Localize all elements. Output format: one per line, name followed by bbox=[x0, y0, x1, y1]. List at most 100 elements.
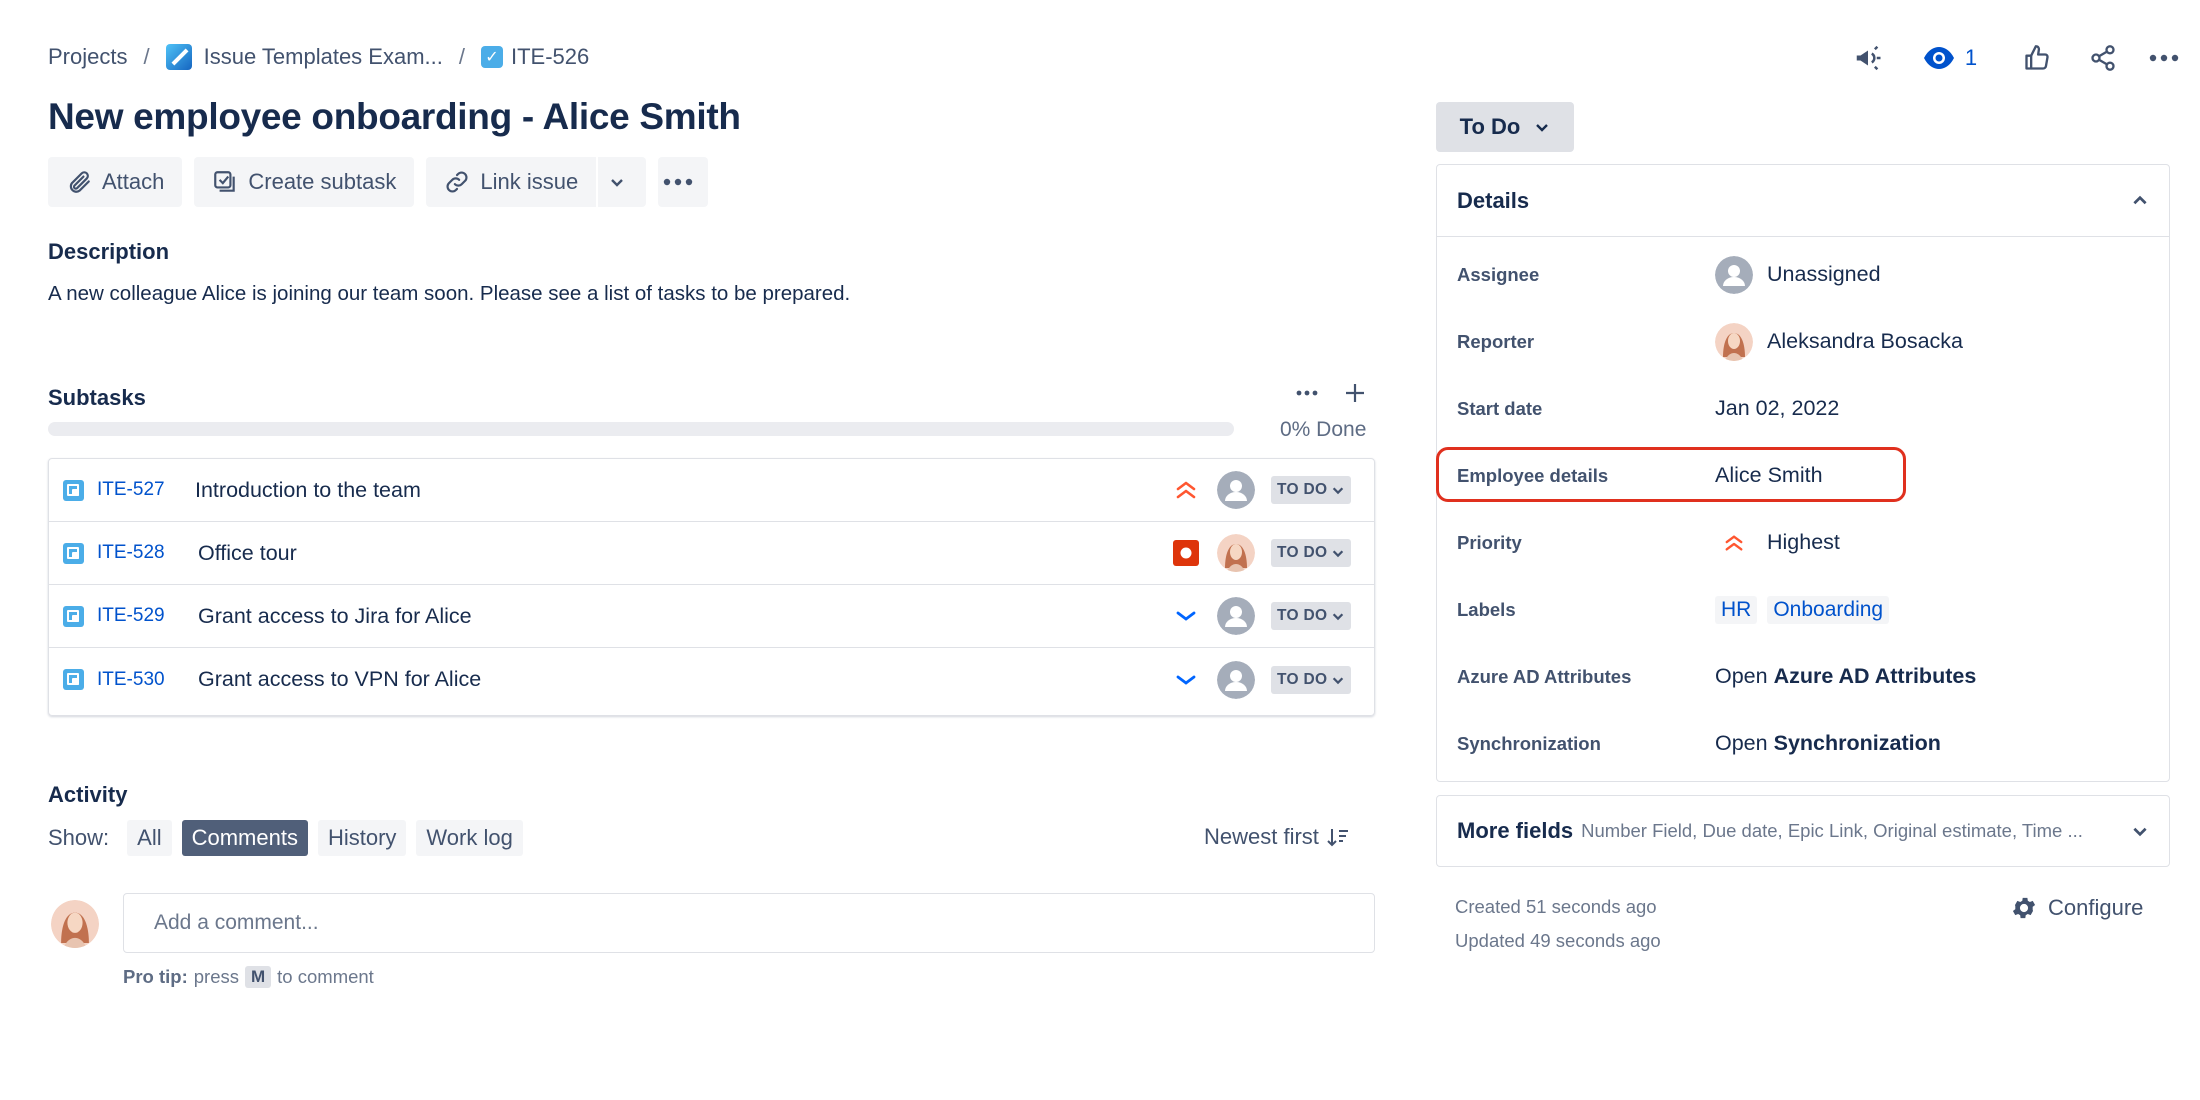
configure-button[interactable]: Configure bbox=[2010, 894, 2143, 922]
breadcrumb-project[interactable]: Issue Templates Exam... bbox=[165, 44, 443, 70]
subtask-key[interactable]: ITE-529 bbox=[97, 605, 165, 627]
pro-tip-text: press bbox=[193, 966, 239, 987]
details-header[interactable]: Details bbox=[1437, 165, 2169, 237]
breadcrumb-projects[interactable]: Projects bbox=[48, 44, 127, 70]
priority-field[interactable]: Highest bbox=[1715, 530, 1840, 555]
subtask-summary[interactable]: Grant access to VPN for Alice bbox=[198, 667, 481, 692]
link-issue-dropdown[interactable] bbox=[596, 157, 646, 207]
unassigned-avatar[interactable] bbox=[1217, 471, 1255, 509]
watchers-count: 1 bbox=[1964, 45, 1978, 70]
paperclip-icon bbox=[69, 171, 90, 193]
comment-input[interactable]: Add a comment... bbox=[123, 893, 1375, 953]
more-horizontal-icon[interactable] bbox=[1296, 390, 1318, 396]
subtasks-progress-bar bbox=[48, 422, 1234, 436]
details-row-priority: Priority Highest bbox=[1437, 509, 2169, 576]
thumbs-up-icon[interactable] bbox=[2020, 38, 2054, 78]
chevron-down-icon bbox=[1333, 613, 1344, 621]
unassigned-avatar[interactable] bbox=[1217, 660, 1255, 699]
assignee-value: Unassigned bbox=[1767, 262, 1881, 286]
share-icon[interactable] bbox=[2086, 38, 2120, 78]
subtask-row[interactable]: ITE-529 Grant access to Jira for Alice T… bbox=[49, 585, 1374, 648]
open-text: Open bbox=[1715, 664, 1768, 688]
details-row-synchronization: Synchronization Open Synchronization bbox=[1437, 710, 2169, 777]
status-lozenge[interactable]: TO DO bbox=[1271, 665, 1352, 694]
activity-filter-bar: Show: All Comments History Work log bbox=[48, 820, 523, 856]
chevron-down-icon bbox=[1333, 676, 1344, 684]
sort-order-label: Newest first bbox=[1204, 824, 1319, 849]
create-subtask-button[interactable]: Create subtask bbox=[194, 157, 415, 207]
task-checkbox-icon: ✓ bbox=[480, 46, 503, 68]
reporter-avatar bbox=[1715, 322, 1753, 361]
filter-comments[interactable]: Comments bbox=[181, 820, 308, 856]
chevron-up-icon bbox=[2133, 195, 2147, 204]
label-chip[interactable]: Onboarding bbox=[1767, 595, 1890, 624]
status-lozenge[interactable]: TO DO bbox=[1271, 602, 1352, 630]
priority-highest-icon bbox=[1715, 533, 1753, 553]
synchronization-open-link[interactable]: Open Synchronization bbox=[1715, 731, 1941, 756]
reporter-field[interactable]: Aleksandra Bosacka bbox=[1715, 322, 1963, 361]
status-dropdown-button[interactable]: To Do bbox=[1436, 102, 1574, 152]
watchers-button[interactable]: 1 bbox=[1914, 38, 1986, 78]
subtask-row[interactable]: ITE-527 Introduction to the team TO DO bbox=[49, 459, 1374, 522]
open-text: Open bbox=[1715, 731, 1768, 755]
filter-history[interactable]: History bbox=[317, 820, 407, 856]
announcement-icon[interactable] bbox=[1846, 38, 1890, 78]
chevron-down-icon bbox=[1536, 124, 1549, 132]
subtask-type-icon bbox=[63, 669, 84, 690]
status-lozenge[interactable]: TO DO bbox=[1271, 476, 1352, 504]
shortcut-key: M bbox=[245, 966, 272, 988]
subtasks-table: ITE-527 Introduction to the team TO DO I… bbox=[48, 458, 1375, 716]
filter-all[interactable]: All bbox=[127, 820, 172, 856]
more-actions-button[interactable] bbox=[658, 157, 709, 207]
attach-label: Attach bbox=[102, 169, 165, 194]
description-text[interactable]: A new colleague Alice is joining our tea… bbox=[48, 282, 850, 306]
gear-icon bbox=[2012, 897, 2036, 919]
reporter-avatar[interactable] bbox=[1217, 534, 1255, 572]
add-subtask-icon[interactable] bbox=[1344, 382, 1366, 404]
priority-highest-icon bbox=[1172, 476, 1200, 504]
label-chip[interactable]: HR bbox=[1715, 595, 1758, 624]
link-issue-button[interactable]: Link issue bbox=[426, 157, 596, 207]
assignee-field[interactable]: Unassigned bbox=[1715, 255, 1881, 294]
priority-label: Priority bbox=[1457, 531, 1522, 553]
subtask-summary[interactable]: Grant access to Jira for Alice bbox=[198, 604, 472, 629]
more-fields-summary: Number Field, Due date, Epic Link, Origi… bbox=[1581, 820, 2083, 841]
more-fields-panel[interactable]: More fields Number Field, Due date, Epic… bbox=[1436, 795, 2170, 867]
subtask-key[interactable]: ITE-528 bbox=[97, 542, 165, 564]
start-date-value[interactable]: Jan 02, 2022 bbox=[1715, 396, 1839, 421]
attach-button[interactable]: Attach bbox=[48, 157, 183, 207]
subtask-type-icon bbox=[63, 605, 84, 627]
subtask-row[interactable]: ITE-530 Grant access to VPN for Alice TO… bbox=[49, 648, 1374, 711]
sort-order-button[interactable]: Newest first bbox=[1204, 824, 1349, 850]
more-fields-title: More fields bbox=[1457, 818, 1574, 843]
priority-value: Highest bbox=[1767, 530, 1840, 554]
priority-low-icon bbox=[1172, 602, 1200, 630]
subtask-type-icon bbox=[63, 479, 84, 501]
reporter-value: Aleksandra Bosacka bbox=[1767, 329, 1963, 353]
activity-heading: Activity bbox=[48, 782, 128, 807]
description-heading: Description bbox=[48, 239, 170, 264]
azure-ad-open-link[interactable]: Open Azure AD Attributes bbox=[1715, 664, 1976, 689]
subtask-summary[interactable]: Introduction to the team bbox=[195, 478, 421, 503]
subtask-key[interactable]: ITE-530 bbox=[97, 669, 165, 691]
unassigned-avatar bbox=[1715, 255, 1753, 294]
breadcrumb-issue[interactable]: ✓ ITE-526 bbox=[480, 44, 589, 70]
details-row-labels: Labels HR Onboarding bbox=[1437, 576, 2169, 643]
chevron-down-icon bbox=[2133, 827, 2147, 837]
more-horizontal-icon[interactable] bbox=[2146, 38, 2182, 78]
link-issue-split-button: Link issue bbox=[426, 157, 647, 207]
status-lozenge[interactable]: TO DO bbox=[1271, 539, 1352, 567]
subtask-key[interactable]: ITE-527 bbox=[97, 479, 165, 501]
breadcrumb-separator: / bbox=[143, 44, 150, 69]
issue-title[interactable]: New employee onboarding - Alice Smith bbox=[48, 96, 741, 138]
labels-field: HR Onboarding bbox=[1715, 595, 1890, 624]
issue-toolbar: Attach Create subtask Link issue bbox=[48, 157, 709, 207]
filter-work-log[interactable]: Work log bbox=[416, 820, 523, 856]
azure-ad-link-text: Azure AD Attributes bbox=[1773, 664, 1977, 688]
create-subtask-label: Create subtask bbox=[248, 169, 397, 194]
unassigned-avatar[interactable] bbox=[1217, 597, 1255, 635]
subtask-summary[interactable]: Office tour bbox=[198, 541, 297, 566]
subtask-row[interactable]: ITE-528 Office tour TO DO bbox=[49, 522, 1374, 585]
sort-descending-icon bbox=[1327, 829, 1348, 847]
link-issue-label: Link issue bbox=[480, 169, 579, 194]
